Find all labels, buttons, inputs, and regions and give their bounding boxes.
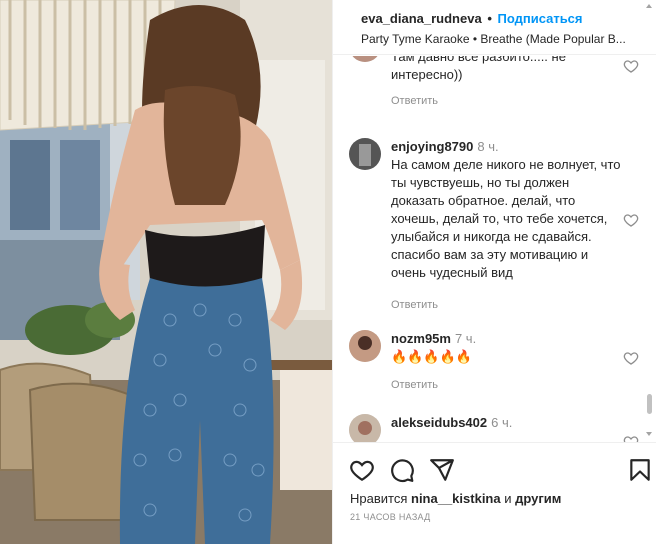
follow-button[interactable]: Подписаться [498, 11, 583, 26]
avatar[interactable] [349, 414, 381, 442]
avatar-image [349, 138, 381, 170]
comment-meta: enjoying8790 8 ч. [391, 138, 621, 156]
bookmark-icon[interactable] [627, 457, 653, 483]
reply-button[interactable]: Ответить [391, 92, 621, 110]
heart-icon[interactable] [623, 212, 639, 228]
comment-item: Там давно все разбито..... не интересно)… [349, 56, 639, 118]
post-photo[interactable] [0, 0, 332, 544]
likes-summary[interactable]: Нравится nina__kistkina и другим [350, 491, 561, 506]
reply-button[interactable]: Ответить [391, 376, 621, 394]
comment-body: Там давно все разбито..... не интересно)… [391, 56, 621, 110]
comment-text: 🔥🔥🔥🔥🔥 [391, 349, 472, 364]
comment-text: Там давно все разбито..... не интересно)… [391, 56, 566, 82]
comment-item: nozm95m 7 ч. 🔥🔥🔥🔥🔥 Ответить [349, 330, 639, 391]
comment-body: alekseidubs402 6 ч. [391, 414, 621, 432]
reply-button[interactable]: Ответить [391, 296, 621, 314]
photo-illustration [0, 0, 332, 544]
comment-username[interactable]: enjoying8790 [391, 139, 473, 154]
likes-prefix: Нравится [350, 491, 408, 506]
audio-track-link[interactable]: Party Tyme Karaoke • Breathe (Made Popul… [361, 32, 647, 46]
comment-time: 6 ч. [491, 415, 513, 430]
avatar-image [349, 56, 381, 62]
avatar[interactable] [349, 330, 381, 362]
scroll-thumb[interactable] [647, 394, 652, 414]
comment-time: 8 ч. [477, 139, 499, 154]
likes-others[interactable]: другим [515, 491, 561, 506]
avatar-image [349, 414, 381, 442]
scroll-down-arrow-icon[interactable] [646, 432, 652, 436]
header-separator: • [487, 11, 492, 26]
comments-list[interactable]: Там давно все разбито..... не интересно)… [333, 56, 643, 442]
heart-icon[interactable] [623, 434, 639, 442]
avatar[interactable] [349, 138, 381, 170]
post-timestamp: 21 часов назад [350, 512, 431, 522]
post-sidebar: eva_diana_rudneva • Подписаться Party Ty… [332, 0, 656, 544]
comment-icon[interactable] [389, 457, 415, 483]
avatar[interactable] [349, 56, 381, 62]
comment-item: enjoying8790 8 ч. На самом деле никого не… [349, 138, 639, 311]
avatar-image [349, 330, 381, 362]
comment-meta: nozm95m 7 ч. [391, 330, 621, 348]
heart-icon[interactable] [623, 58, 639, 74]
author-username[interactable]: eva_diana_rudneva [361, 11, 482, 26]
scroll-up-arrow-icon[interactable] [646, 4, 652, 8]
heart-icon[interactable] [349, 457, 375, 483]
post-header: eva_diana_rudneva • Подписаться Party Ty… [333, 0, 656, 55]
likes-user[interactable]: nina__kistkina [411, 491, 501, 506]
heart-icon[interactable] [623, 350, 639, 366]
comment-body: enjoying8790 8 ч. На самом деле никого не… [391, 138, 621, 314]
paper-plane-icon[interactable] [429, 457, 455, 483]
comment-username[interactable]: nozm95m [391, 331, 451, 346]
comment-text: На самом деле никого не волнует, что ты … [391, 157, 621, 280]
comment-username[interactable]: alekseidubs402 [391, 415, 487, 430]
header-title-row: eva_diana_rudneva • Подписаться [361, 11, 656, 26]
comment-time: 7 ч. [454, 331, 477, 346]
likes-conjunction: и [504, 491, 512, 506]
comment-body: nozm95m 7 ч. 🔥🔥🔥🔥🔥 Ответить [391, 330, 621, 394]
post-actions: Нравится nina__kistkina и другим 21 часо… [333, 442, 656, 544]
comments-scrollbar[interactable] [643, 0, 656, 442]
comment-item: alekseidubs402 6 ч. [349, 414, 639, 442]
comment-meta: alekseidubs402 6 ч. [391, 414, 621, 432]
